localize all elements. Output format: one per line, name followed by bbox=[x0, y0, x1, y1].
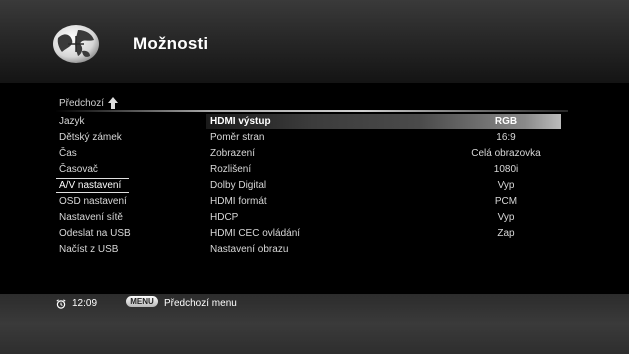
globe-logo-icon bbox=[53, 25, 99, 63]
setting-label: HDMI formát bbox=[210, 196, 267, 207]
menu-item-nastaveni-site[interactable]: Nastavení sítě bbox=[59, 210, 199, 225]
setting-label: Dolby Digital bbox=[210, 180, 267, 191]
setting-value: Celá obrazovka bbox=[471, 148, 541, 159]
previous-label: Předchozí bbox=[59, 97, 105, 109]
setting-value: Zap bbox=[497, 228, 515, 239]
setting-value: Vyp bbox=[497, 212, 515, 223]
alarm-clock-icon bbox=[56, 298, 66, 309]
setting-label: Nastavení obrazu bbox=[210, 244, 289, 255]
menu-item-jazyk[interactable]: Jazyk bbox=[59, 114, 199, 129]
setting-value: 1080i bbox=[493, 164, 519, 175]
setting-row-hdmi-vystup[interactable]: HDMI výstup RGB bbox=[206, 114, 561, 129]
menu-item-cas[interactable]: Čas bbox=[59, 146, 199, 161]
menu-item-casovac[interactable]: Časovač bbox=[59, 162, 199, 177]
menu-item-osd-nastaveni[interactable]: OSD nastavení bbox=[59, 194, 199, 209]
setting-value: 16:9 bbox=[496, 132, 516, 143]
setting-label: HDMI výstup bbox=[210, 116, 271, 127]
previous-link[interactable]: Předchozí bbox=[59, 97, 119, 109]
setting-row-hdmi-cec[interactable]: HDMI CEC ovládání Zap bbox=[206, 226, 561, 241]
menu-item-detsky-zamek[interactable]: Dětský zámek bbox=[59, 130, 199, 145]
setting-label: HDMI CEC ovládání bbox=[210, 228, 301, 239]
setting-row-pomer-stran[interactable]: Poměr stran 16:9 bbox=[206, 130, 561, 145]
setting-value: PCM bbox=[494, 196, 518, 207]
menu-item-nacist-z-usb[interactable]: Načíst z USB bbox=[59, 242, 199, 257]
setting-value: Vyp bbox=[497, 180, 515, 191]
setting-row-dolby-digital[interactable]: Dolby Digital Vyp bbox=[206, 178, 561, 193]
setting-row-hdcp[interactable]: HDCP Vyp bbox=[206, 210, 561, 225]
setting-label: Poměr stran bbox=[210, 132, 265, 143]
setting-row-zobrazeni[interactable]: Zobrazení Celá obrazovka bbox=[206, 146, 561, 161]
setting-label: Rozlišení bbox=[210, 164, 252, 175]
setting-row-rozliseni[interactable]: Rozlišení 1080i bbox=[206, 162, 561, 177]
arrow-up-icon bbox=[108, 97, 119, 109]
menu-hint-label: Předchozí menu bbox=[164, 298, 237, 309]
setting-row-hdmi-format[interactable]: HDMI formát PCM bbox=[206, 194, 561, 209]
setting-label: Zobrazení bbox=[210, 148, 256, 159]
setting-value: RGB bbox=[494, 116, 518, 127]
menu-item-av-nastaveni[interactable]: A/V nastavení bbox=[56, 178, 131, 193]
menu-key-badge[interactable]: MENU bbox=[126, 296, 158, 307]
section-divider bbox=[55, 110, 568, 112]
page-title: Možnosti bbox=[133, 34, 209, 53]
menu-item-odeslat-na-usb[interactable]: Odeslat na USB bbox=[59, 226, 199, 241]
clock-time: 12:09 bbox=[72, 298, 98, 309]
setting-label: HDCP bbox=[210, 212, 239, 223]
setting-row-nastaveni-obrazu[interactable]: Nastavení obrazu bbox=[206, 242, 561, 257]
clock-display: 12:09 bbox=[56, 298, 97, 309]
